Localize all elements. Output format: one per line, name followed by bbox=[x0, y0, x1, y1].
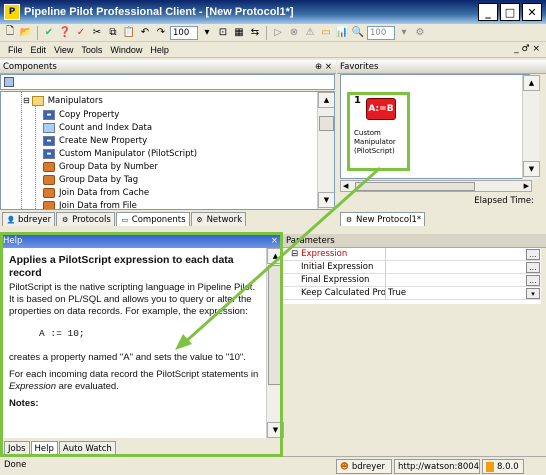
annotation-arrow bbox=[175, 166, 381, 350]
